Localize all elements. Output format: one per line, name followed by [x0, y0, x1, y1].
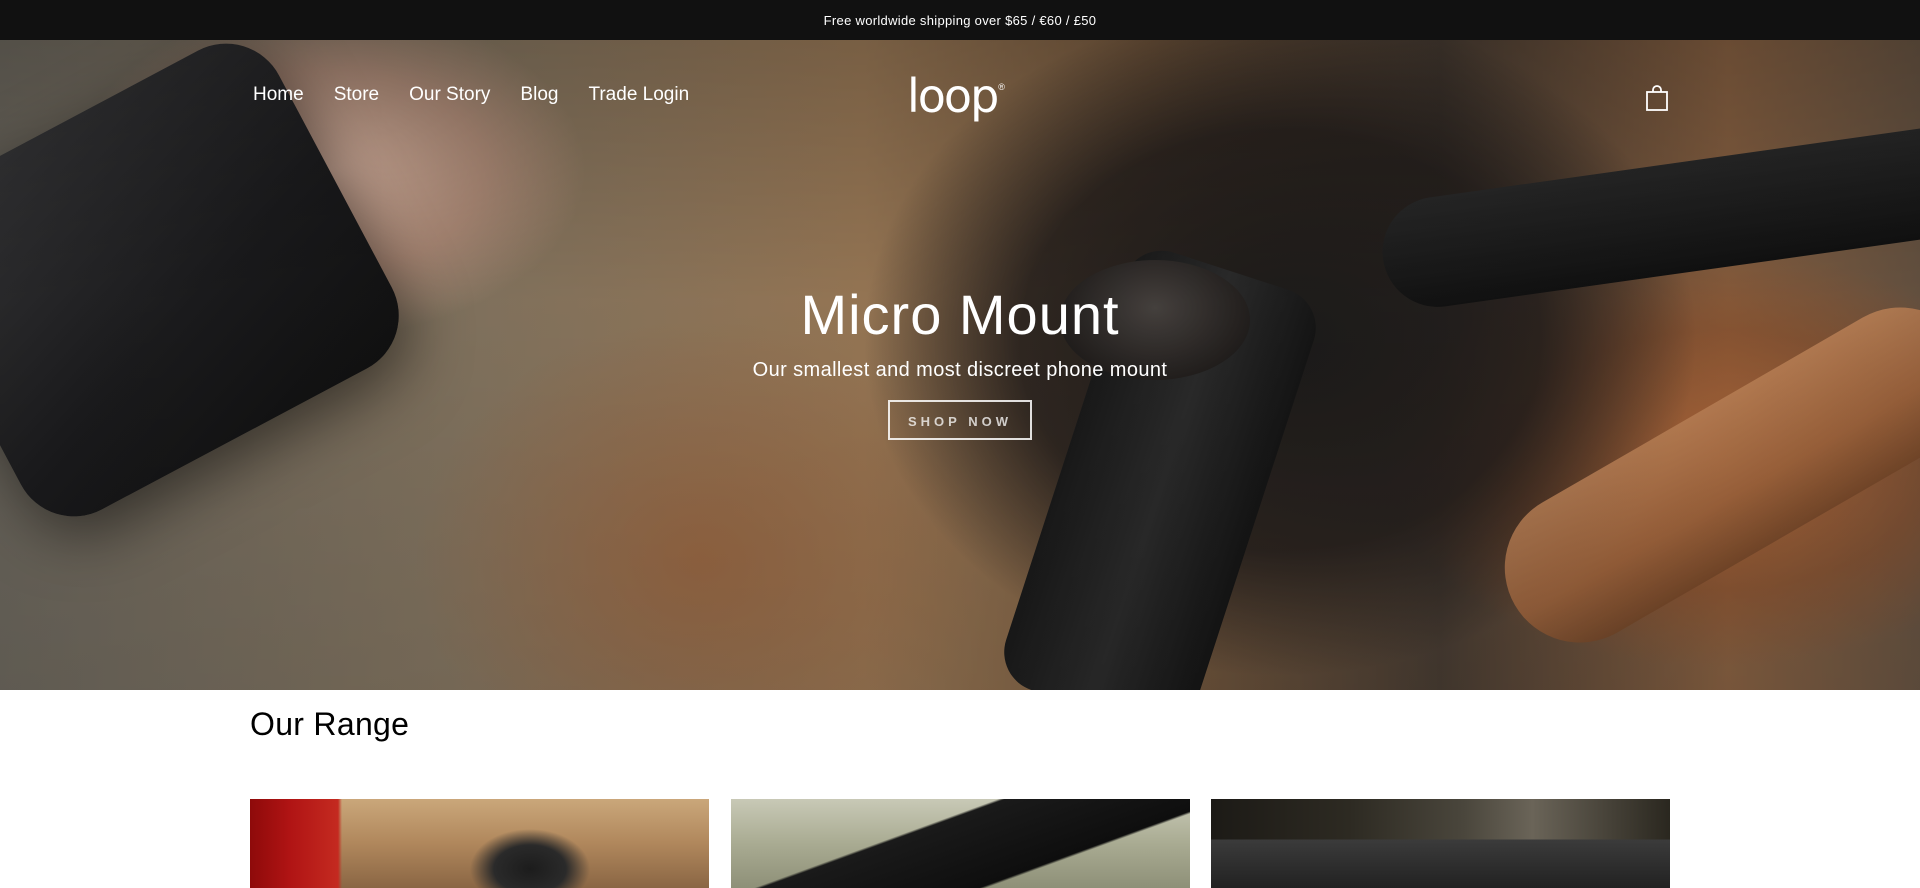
announcement-text: Free worldwide shipping over $65 / €60 /…	[823, 12, 1097, 28]
hero-title: Micro Mount	[800, 283, 1120, 346]
hero-content: Micro Mount Our smallest and most discre…	[0, 285, 1920, 440]
main-navigation: Home Store Our Story Blog Trade Login	[253, 84, 689, 106]
announcement-bar: Free worldwide shipping over $65 / €60 /…	[0, 0, 1920, 40]
product-card-image[interactable]	[1211, 799, 1670, 888]
logo-registered-mark: ®	[998, 82, 1005, 92]
nav-item-store[interactable]: Store	[334, 84, 379, 106]
brand-logo[interactable]: loop ®	[907, 68, 1015, 124]
nav-item-home[interactable]: Home	[253, 84, 304, 106]
hero-subtitle: Our smallest and most discreet phone mou…	[752, 359, 1168, 381]
product-card-image[interactable]	[250, 799, 709, 888]
nav-item-blog[interactable]: Blog	[520, 84, 558, 106]
shop-now-button[interactable]: SHOP NOW	[888, 400, 1032, 440]
section-title-our-range: Our Range	[250, 706, 410, 742]
logo-wordmark: loop	[907, 69, 999, 123]
nav-item-our-story[interactable]: Our Story	[409, 84, 490, 106]
nav-item-trade-login[interactable]: Trade Login	[588, 84, 689, 106]
shopping-bag-icon	[1646, 85, 1668, 111]
cart-button[interactable]	[1645, 84, 1669, 112]
product-card-image[interactable]	[731, 799, 1190, 888]
